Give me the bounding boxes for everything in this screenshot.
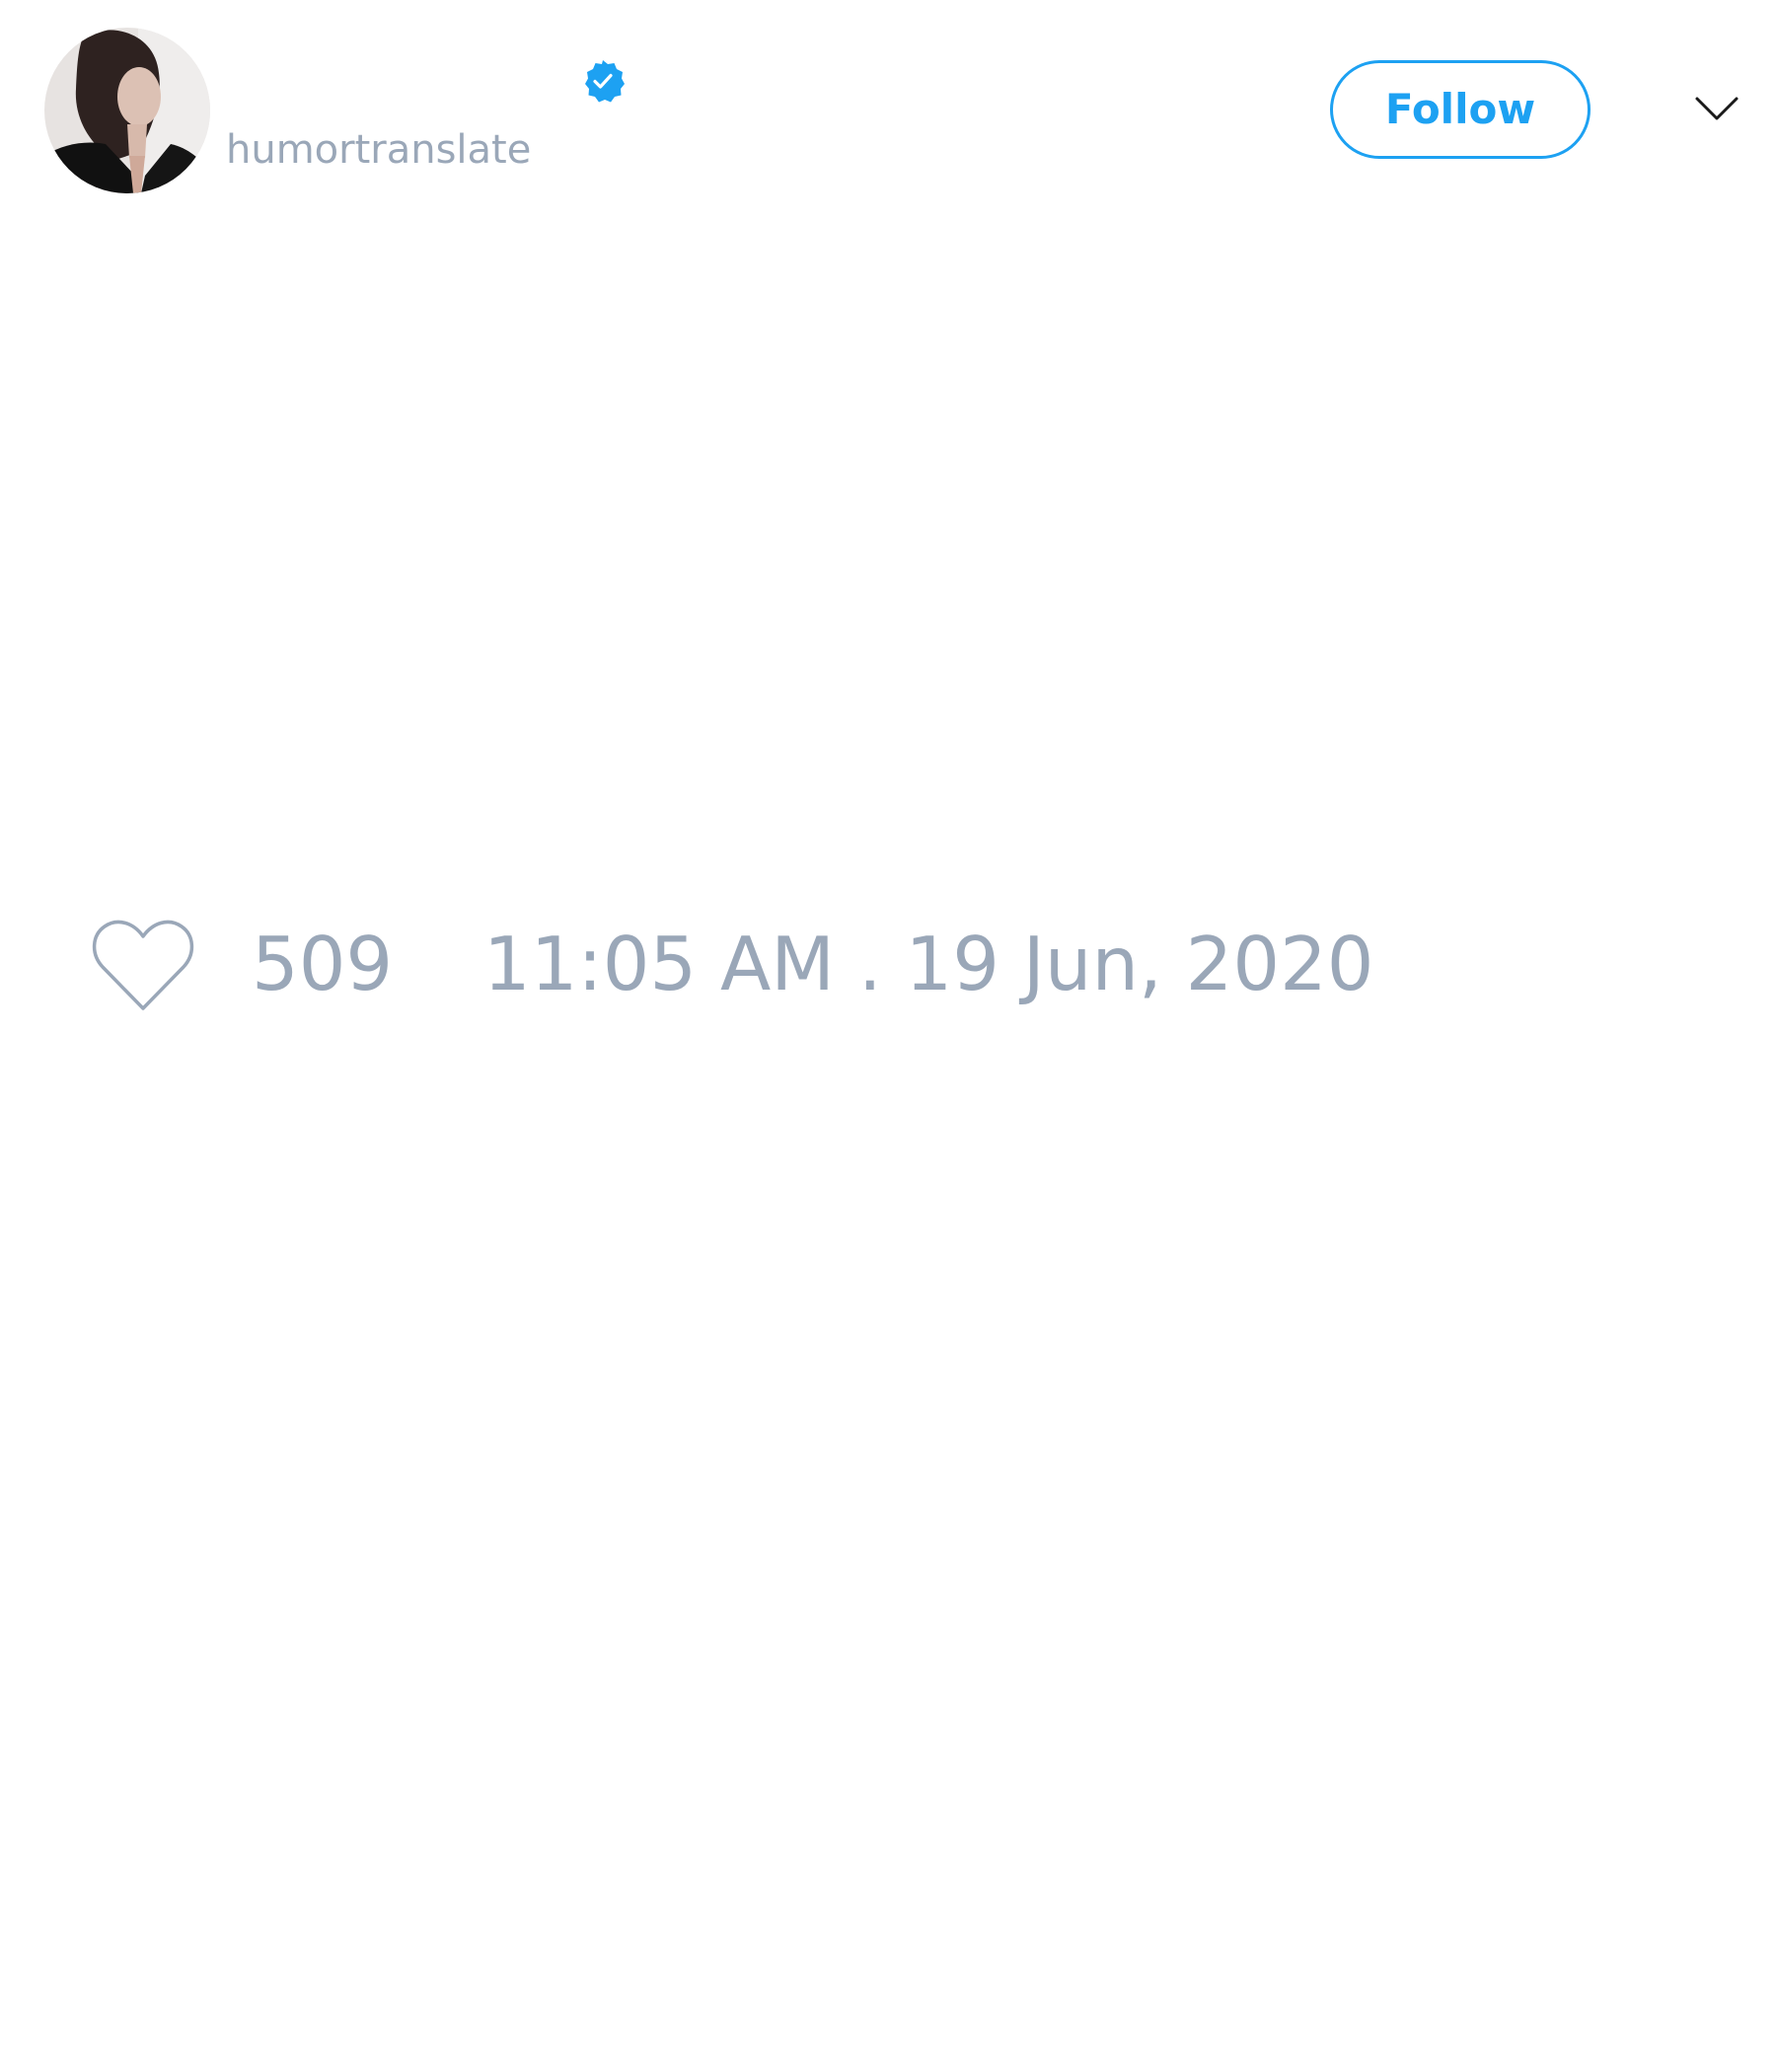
tweet-timestamp[interactable]: 11:05 AM . 19 Jun, 2020 [483,920,1374,1008]
heart-icon[interactable] [89,918,197,1016]
chevron-down-icon[interactable] [1693,93,1740,124]
author-handle[interactable]: humortranslate [226,126,531,174]
avatar-photo [44,28,210,193]
avatar[interactable] [44,28,210,193]
follow-button[interactable]: Follow [1330,60,1591,159]
like-count: 509 [252,921,394,1007]
verified-badge-icon [580,58,626,104]
